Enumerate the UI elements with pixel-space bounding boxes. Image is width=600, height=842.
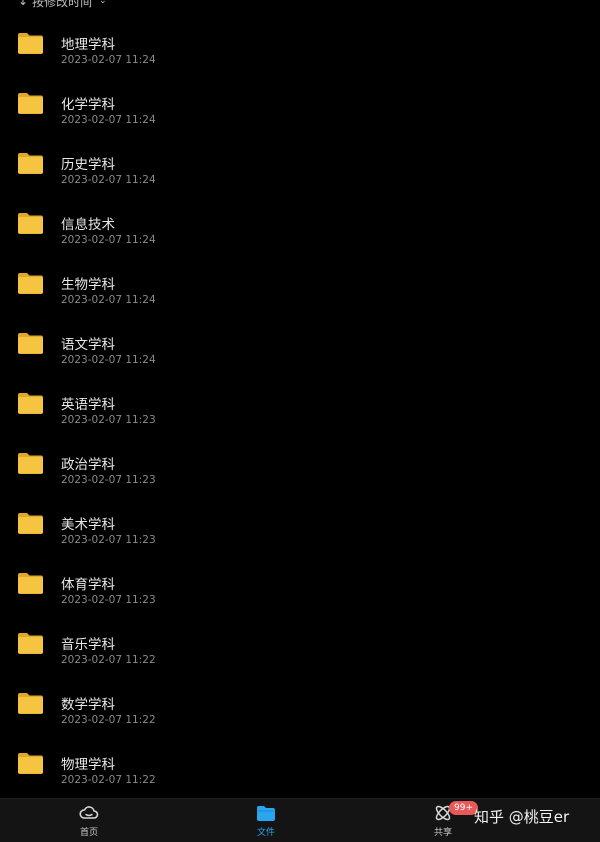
- sort-label: 按修改时间: [32, 0, 93, 9]
- folder-modified-date: 2023-02-07 11:24: [61, 174, 156, 186]
- folder-icon: [17, 512, 44, 534]
- tab-home-label: 首页: [79, 828, 98, 838]
- folder-name: 数学学科: [61, 697, 115, 713]
- sort-arrow-icon: ↓: [18, 0, 29, 8]
- folder-row[interactable]: 地理学科 2023-02-07 11:24: [0, 18, 600, 78]
- folder-name: 历史学科: [61, 157, 115, 173]
- tab-files-label: 文件: [256, 828, 275, 838]
- folder-row[interactable]: 英语学科 2023-02-07 11:23: [0, 378, 600, 438]
- folder-icon: [17, 92, 44, 114]
- folder-modified-date: 2023-02-07 11:24: [61, 354, 156, 366]
- folder-row[interactable]: 化学学科 2023-02-07 11:24: [0, 78, 600, 138]
- chevron-down-icon: ⌄: [99, 0, 107, 6]
- folder-modified-date: 2023-02-07 11:22: [61, 774, 156, 786]
- folder-name: 体育学科: [61, 577, 115, 593]
- folder-icon: [17, 332, 44, 354]
- folder-modified-date: 2023-02-07 11:24: [61, 294, 156, 306]
- folder-icon: [17, 692, 44, 714]
- folder-icon: [17, 752, 44, 774]
- folder-name: 音乐学科: [61, 637, 115, 653]
- folder-modified-date: 2023-02-07 11:23: [61, 414, 156, 426]
- cloud-icon: [79, 806, 99, 819]
- folder-modified-date: 2023-02-07 11:22: [61, 714, 156, 726]
- folder-icon: [257, 806, 275, 821]
- folder-row[interactable]: 生物学科 2023-02-07 11:24: [0, 258, 600, 318]
- folder-row[interactable]: 美术学科 2023-02-07 11:23: [0, 498, 600, 558]
- folder-row[interactable]: 语文学科 2023-02-07 11:24: [0, 318, 600, 378]
- watermark: 知乎 @桃豆er: [474, 808, 570, 826]
- folder-row[interactable]: 信息技术 2023-02-07 11:24: [0, 198, 600, 258]
- folder-name: 英语学科: [61, 397, 115, 413]
- folder-modified-date: 2023-02-07 11:24: [61, 54, 156, 66]
- folder-name: 政治学科: [61, 457, 115, 473]
- folder-icon: [17, 152, 44, 174]
- folder-row[interactable]: 历史学科 2023-02-07 11:24: [0, 138, 600, 198]
- folder-name: 生物学科: [61, 277, 115, 293]
- folder-icon: [17, 572, 44, 594]
- folder-icon: [17, 452, 44, 474]
- folder-modified-date: 2023-02-07 11:23: [61, 534, 156, 546]
- folder-modified-date: 2023-02-07 11:22: [61, 654, 156, 666]
- folder-name: 物理学科: [61, 757, 115, 773]
- folder-row[interactable]: 政治学科 2023-02-07 11:23: [0, 438, 600, 498]
- folder-row[interactable]: 音乐学科 2023-02-07 11:22: [0, 618, 600, 678]
- folder-icon: [17, 272, 44, 294]
- folder-icon: [17, 392, 44, 414]
- folder-name: 美术学科: [61, 517, 115, 533]
- folder-modified-date: 2023-02-07 11:23: [61, 474, 156, 486]
- folder-name: 化学学科: [61, 97, 115, 113]
- folder-modified-date: 2023-02-07 11:24: [61, 114, 156, 126]
- folder-name: 地理学科: [61, 37, 115, 53]
- folder-row[interactable]: 体育学科 2023-02-07 11:23: [0, 558, 600, 618]
- folder-icon: [17, 212, 44, 234]
- tab-home[interactable]: 首页: [59, 803, 119, 841]
- folder-modified-date: 2023-02-07 11:23: [61, 594, 156, 606]
- folder-row[interactable]: 物理学科 2023-02-07 11:22: [0, 738, 600, 798]
- tab-share-label: 共享: [433, 828, 452, 838]
- folder-icon: [17, 632, 44, 654]
- folder-modified-date: 2023-02-07 11:24: [61, 234, 156, 246]
- folder-name: 信息技术: [61, 217, 115, 233]
- folder-name: 语文学科: [61, 337, 115, 353]
- folder-icon: [17, 32, 44, 54]
- folder-row[interactable]: 数学学科 2023-02-07 11:22: [0, 678, 600, 738]
- sort-by-modified-button[interactable]: ↓ 按修改时间 ⌄: [18, 0, 107, 10]
- tab-files[interactable]: 文件: [236, 803, 296, 841]
